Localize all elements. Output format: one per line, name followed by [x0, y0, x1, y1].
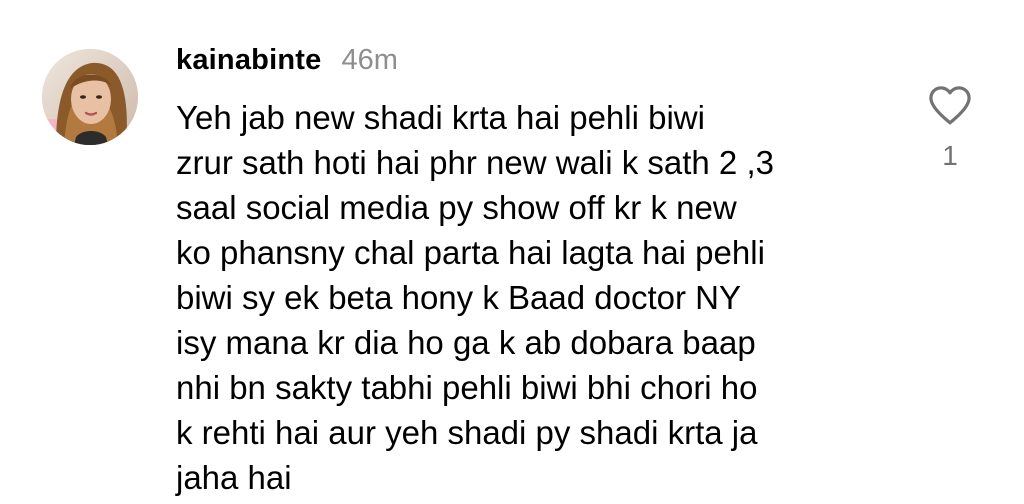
comment-item: kainabinte 46m Yeh jab new shadi krta ha… — [0, 0, 1024, 504]
avatar[interactable] — [42, 49, 138, 145]
comment-text-line: ko phansny chal parta hai lagta hai pehl… — [176, 234, 765, 271]
heart-outline-icon — [929, 86, 971, 125]
username[interactable]: kainabinte — [176, 44, 321, 77]
avatar-photo — [42, 49, 138, 145]
comment-text-line: biwi sy ek beta hony k Baad doctor NY — [176, 279, 741, 316]
comment-text-line: Yeh jab new shadi krta hai pehli biwi — [176, 99, 705, 136]
comment-text-line: nhi bn sakty tabhi pehli biwi bhi chori … — [176, 369, 758, 406]
comment-text-line: saal social media py show off kr k new — [176, 189, 737, 226]
timestamp: 46m — [341, 44, 398, 76]
comment-text-line: k rehti hai aur yeh shadi py shadi krta … — [176, 414, 758, 451]
comment-text-line: isy mana kr dia ho ga k ab dobara baap — [176, 324, 756, 361]
comment-header: kainabinte 46m — [176, 44, 398, 80]
comment-text: Yeh jab new shadi krta hai pehli biwi zr… — [176, 95, 896, 500]
comment-text-line: jaha hai — [176, 459, 292, 496]
like-count: 1 — [942, 140, 958, 171]
like-button[interactable] — [927, 84, 973, 126]
comment-text-line: zrur sath hoti hai phr new wali k sath 2… — [176, 144, 774, 181]
